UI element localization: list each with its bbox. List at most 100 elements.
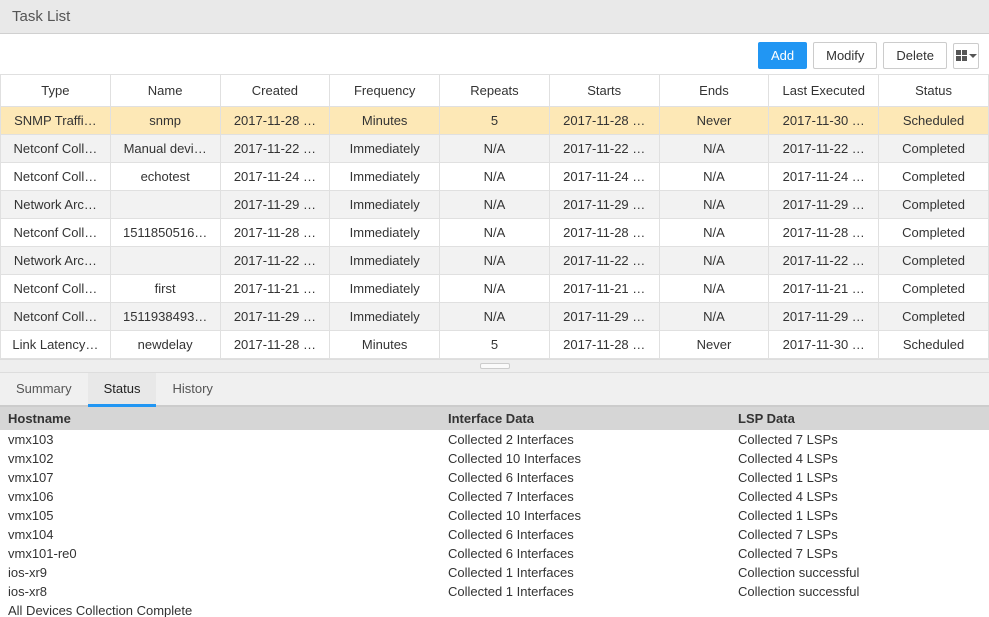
- delete-button[interactable]: Delete: [883, 42, 947, 69]
- tab-status[interactable]: Status: [88, 373, 157, 407]
- detail-row[interactable]: vmx105Collected 10 InterfacesCollected 1…: [0, 506, 989, 525]
- task-row[interactable]: Netconf Coll…first2017-11-21 …Immediatel…: [1, 275, 989, 303]
- detail-row[interactable]: vmx107Collected 6 InterfacesCollected 1 …: [0, 468, 989, 487]
- task-cell-type: Netconf Coll…: [1, 135, 111, 163]
- task-cell-last: 2017-11-29 …: [769, 303, 879, 331]
- detail-tabs: Summary Status History: [0, 373, 989, 407]
- col-hostname: Hostname: [0, 407, 440, 430]
- col-last-executed[interactable]: Last Executed: [769, 75, 879, 107]
- task-cell-freq: Minutes: [330, 107, 440, 135]
- task-row[interactable]: Network Arc…2017-11-22 …ImmediatelyN/A20…: [1, 247, 989, 275]
- task-cell-starts: 2017-11-28 …: [549, 331, 659, 359]
- task-table-header-row: Type Name Created Frequency Repeats Star…: [1, 75, 989, 107]
- task-cell-freq: Immediately: [330, 135, 440, 163]
- detail-lsp: Collected 7 LSPs: [730, 544, 989, 563]
- detail-panel[interactable]: Hostname Interface Data LSP Data vmx103C…: [0, 407, 989, 617]
- task-cell-starts: 2017-11-28 …: [549, 107, 659, 135]
- detail-interface: Collected 7 Interfaces: [440, 487, 730, 506]
- task-cell-name: 1511938493…: [110, 303, 220, 331]
- detail-lsp: Collected 4 LSPs: [730, 487, 989, 506]
- detail-interface: Collected 10 Interfaces: [440, 449, 730, 468]
- task-cell-starts: 2017-11-22 …: [549, 135, 659, 163]
- detail-lsp: Collected 4 LSPs: [730, 449, 989, 468]
- task-cell-type: Netconf Coll…: [1, 163, 111, 191]
- task-cell-name: [110, 247, 220, 275]
- task-cell-type: Network Arc…: [1, 247, 111, 275]
- task-cell-freq: Immediately: [330, 275, 440, 303]
- task-cell-repeats: N/A: [440, 135, 550, 163]
- splitter-grip-icon: [480, 363, 510, 369]
- col-frequency[interactable]: Frequency: [330, 75, 440, 107]
- col-name[interactable]: Name: [110, 75, 220, 107]
- task-cell-created: 2017-11-28 …: [220, 107, 330, 135]
- col-starts[interactable]: Starts: [549, 75, 659, 107]
- task-cell-ends: N/A: [659, 191, 769, 219]
- detail-row[interactable]: ios-xr9Collected 1 InterfacesCollection …: [0, 563, 989, 582]
- detail-row[interactable]: vmx101-re0Collected 6 InterfacesCollecte…: [0, 544, 989, 563]
- page-title: Task List: [0, 0, 989, 34]
- splitter[interactable]: [0, 359, 989, 373]
- task-cell-status: Completed: [879, 219, 989, 247]
- modify-button[interactable]: Modify: [813, 42, 877, 69]
- task-cell-status: Completed: [879, 191, 989, 219]
- collection-complete-msg: All Devices Collection Complete: [0, 601, 989, 617]
- task-row[interactable]: Netconf Coll…Manual devi…2017-11-22 …Imm…: [1, 135, 989, 163]
- task-cell-type: Network Arc…: [1, 191, 111, 219]
- task-cell-name: first: [110, 275, 220, 303]
- view-options-button[interactable]: [953, 43, 979, 69]
- task-cell-name: echotest: [110, 163, 220, 191]
- task-cell-type: SNMP Traffi…: [1, 107, 111, 135]
- detail-hostname: vmx105: [0, 506, 440, 525]
- task-cell-status: Completed: [879, 163, 989, 191]
- col-type[interactable]: Type: [1, 75, 111, 107]
- tab-history[interactable]: History: [156, 373, 228, 405]
- col-status[interactable]: Status: [879, 75, 989, 107]
- col-created[interactable]: Created: [220, 75, 330, 107]
- task-cell-freq: Immediately: [330, 163, 440, 191]
- task-row[interactable]: Netconf Coll…1511850516…2017-11-28 …Imme…: [1, 219, 989, 247]
- task-cell-created: 2017-11-24 …: [220, 163, 330, 191]
- detail-hostname: vmx103: [0, 430, 440, 449]
- detail-row[interactable]: ios-xr8Collected 1 InterfacesCollection …: [0, 582, 989, 601]
- detail-row[interactable]: vmx103Collected 2 InterfacesCollected 7 …: [0, 430, 989, 449]
- detail-row[interactable]: vmx104Collected 6 InterfacesCollected 7 …: [0, 525, 989, 544]
- detail-lsp: Collected 7 LSPs: [730, 525, 989, 544]
- task-cell-created: 2017-11-28 …: [220, 219, 330, 247]
- add-button[interactable]: Add: [758, 42, 807, 69]
- col-lsp-data: LSP Data: [730, 407, 989, 430]
- detail-hostname: ios-xr9: [0, 563, 440, 582]
- task-cell-repeats: 5: [440, 331, 550, 359]
- task-cell-created: 2017-11-21 …: [220, 275, 330, 303]
- toolbar: Add Modify Delete: [758, 42, 979, 69]
- task-cell-name: 1511850516…: [110, 219, 220, 247]
- task-cell-repeats: N/A: [440, 219, 550, 247]
- col-repeats[interactable]: Repeats: [440, 75, 550, 107]
- toolbar-area: Add Modify Delete: [0, 34, 989, 74]
- task-row[interactable]: Netconf Coll…1511938493…2017-11-29 …Imme…: [1, 303, 989, 331]
- task-cell-last: 2017-11-21 …: [769, 275, 879, 303]
- task-cell-repeats: N/A: [440, 191, 550, 219]
- task-cell-ends: N/A: [659, 135, 769, 163]
- tab-summary[interactable]: Summary: [0, 373, 88, 405]
- task-row[interactable]: Network Arc…2017-11-29 …ImmediatelyN/A20…: [1, 191, 989, 219]
- task-row[interactable]: SNMP Traffi…snmp2017-11-28 …Minutes52017…: [1, 107, 989, 135]
- task-cell-status: Completed: [879, 303, 989, 331]
- task-cell-ends: N/A: [659, 303, 769, 331]
- task-cell-status: Completed: [879, 247, 989, 275]
- task-cell-last: 2017-11-29 …: [769, 191, 879, 219]
- task-cell-last: 2017-11-22 …: [769, 247, 879, 275]
- detail-row[interactable]: vmx106Collected 7 InterfacesCollected 4 …: [0, 487, 989, 506]
- task-cell-last: 2017-11-24 …: [769, 163, 879, 191]
- task-row[interactable]: Link Latency…newdelay2017-11-28 …Minutes…: [1, 331, 989, 359]
- task-cell-created: 2017-11-28 …: [220, 331, 330, 359]
- detail-row[interactable]: vmx102Collected 10 InterfacesCollected 4…: [0, 449, 989, 468]
- task-cell-starts: 2017-11-22 …: [549, 247, 659, 275]
- task-row[interactable]: Netconf Coll…echotest2017-11-24 …Immedia…: [1, 163, 989, 191]
- detail-interface: Collected 6 Interfaces: [440, 468, 730, 487]
- task-cell-ends: N/A: [659, 275, 769, 303]
- col-ends[interactable]: Ends: [659, 75, 769, 107]
- task-cell-status: Completed: [879, 275, 989, 303]
- chevron-down-icon: [969, 54, 977, 58]
- task-cell-ends: N/A: [659, 247, 769, 275]
- task-cell-starts: 2017-11-21 …: [549, 275, 659, 303]
